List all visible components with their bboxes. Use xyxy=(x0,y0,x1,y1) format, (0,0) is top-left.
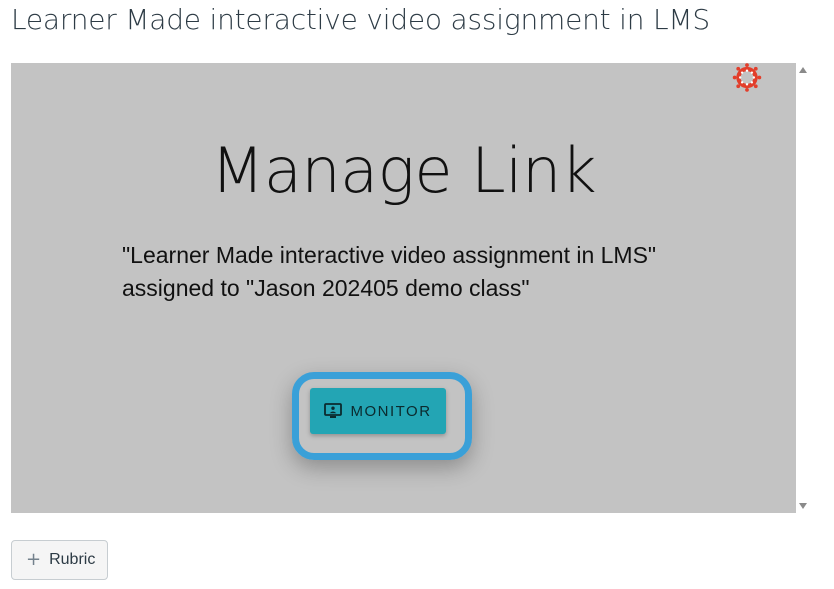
assignment-description: "Learner Made interactive video assignme… xyxy=(122,239,742,305)
rubric-button-label: Rubric xyxy=(49,551,96,568)
monitor-screen-icon xyxy=(324,403,343,418)
frame-scrollbar[interactable] xyxy=(796,63,810,513)
lti-frame: Manage Link "Learner Made interactive vi… xyxy=(11,63,796,513)
assignment-line-2: assigned to "Jason 202405 demo class" xyxy=(122,275,530,301)
page-title: Learner Made interactive video assignmen… xyxy=(11,3,710,36)
plus-icon: + xyxy=(26,549,42,570)
scroll-down-arrow-icon[interactable] xyxy=(799,503,807,509)
monitor-button-label: MONITOR xyxy=(350,402,432,420)
add-rubric-button[interactable]: + Rubric xyxy=(11,540,108,580)
monitor-button[interactable]: MONITOR xyxy=(310,388,446,434)
canvas-logo-icon xyxy=(732,63,762,92)
page: Learner Made interactive video assignmen… xyxy=(0,0,834,589)
manage-link-heading: Manage Link xyxy=(210,134,597,207)
scroll-up-arrow-icon[interactable] xyxy=(799,67,807,73)
assignment-line-1: "Learner Made interactive video assignme… xyxy=(122,242,657,268)
